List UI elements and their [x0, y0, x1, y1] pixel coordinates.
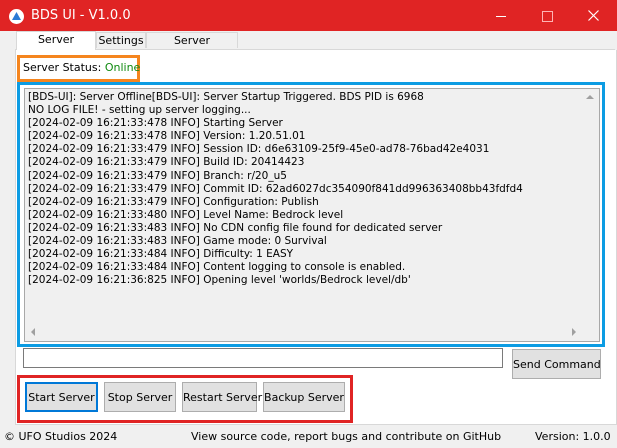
scroll-left-icon[interactable] — [31, 328, 35, 336]
title-bar[interactable]: BDS UI - V1.0.0 — [0, 0, 617, 31]
horizontal-scrollbar[interactable] — [25, 324, 582, 341]
tab-server-properties[interactable]: Server Properties — [146, 32, 238, 63]
version-label: Version: 1.0.0 — [535, 430, 611, 443]
log-line: [2024-02-09 16:21:33:479 INFO] Session I… — [28, 143, 490, 156]
maximize-button[interactable] — [524, 0, 570, 31]
log-line: [2024-02-09 16:21:33:484 INFO] Difficult… — [28, 248, 294, 261]
tab-strip: Server Control Settings Server Propertie… — [15, 31, 615, 63]
log-line: [2024-02-09 16:21:33:479 INFO] Commit ID… — [28, 182, 523, 195]
restart-server-button[interactable]: Restart Server — [182, 382, 262, 412]
console-log-lines: [BDS-UI]: Server Offline[BDS-UI]: Server… — [28, 91, 580, 321]
start-server-button[interactable]: Start Server — [25, 382, 98, 412]
minimize-button[interactable] — [478, 0, 524, 31]
server-status: Server Status: Online — [17, 55, 140, 82]
send-command-button[interactable]: Send Command — [512, 349, 601, 379]
app-icon — [9, 9, 24, 24]
scroll-up-icon[interactable] — [586, 95, 594, 99]
log-line: [2024-02-09 16:21:33:479 INFO] Branch: r… — [28, 169, 287, 182]
console-log-frame: [BDS-UI]: Server Offline[BDS-UI]: Server… — [17, 82, 605, 347]
server-status-label: Server Status: — [23, 61, 102, 74]
log-line: [2024-02-09 16:21:33:478 INFO] Starting … — [28, 117, 283, 130]
log-line: [2024-02-09 16:21:33:479 INFO] Build ID:… — [28, 156, 305, 169]
log-line: [2024-02-09 16:21:36:825 INFO] Opening l… — [28, 274, 411, 287]
scrollbar-corner — [582, 324, 599, 341]
close-icon — [588, 10, 599, 21]
log-line: [2024-02-09 16:21:33:483 INFO] No CDN co… — [28, 221, 443, 234]
command-input[interactable] — [23, 348, 503, 368]
log-line: [2024-02-09 16:21:33:480 INFO] Level Nam… — [28, 208, 344, 221]
log-line: [2024-02-09 16:21:33:483 INFO] Game mode… — [28, 235, 327, 248]
log-line: [2024-02-09 16:21:33:484 INFO] Content l… — [28, 261, 406, 274]
github-link[interactable]: View source code, report bugs and contri… — [191, 430, 501, 443]
window-title: BDS UI - V1.0.0 — [31, 8, 131, 23]
stop-server-button[interactable]: Stop Server — [104, 382, 176, 412]
log-line: NO LOG FILE! - setting up server logging… — [28, 104, 251, 117]
server-status-value: Online — [104, 61, 141, 74]
log-line: [2024-02-09 16:21:33:479 INFO] Configura… — [28, 195, 319, 208]
log-line: [BDS-UI]: Server Offline[BDS-UI]: Server… — [28, 91, 424, 103]
copyright-text: © UFO Studios 2024 — [4, 430, 118, 443]
log-line: [2024-02-09 16:21:33:478 INFO] Version: … — [28, 130, 306, 143]
tab-settings[interactable]: Settings — [96, 32, 146, 48]
backup-server-button[interactable]: Backup Server — [263, 382, 345, 412]
scroll-right-icon[interactable] — [572, 328, 576, 336]
close-button[interactable] — [571, 0, 617, 31]
console-log[interactable]: [BDS-UI]: Server Offline[BDS-UI]: Server… — [24, 88, 600, 342]
tab-server-control[interactable]: Server Control — [16, 31, 96, 62]
vertical-scrollbar[interactable] — [582, 89, 599, 325]
